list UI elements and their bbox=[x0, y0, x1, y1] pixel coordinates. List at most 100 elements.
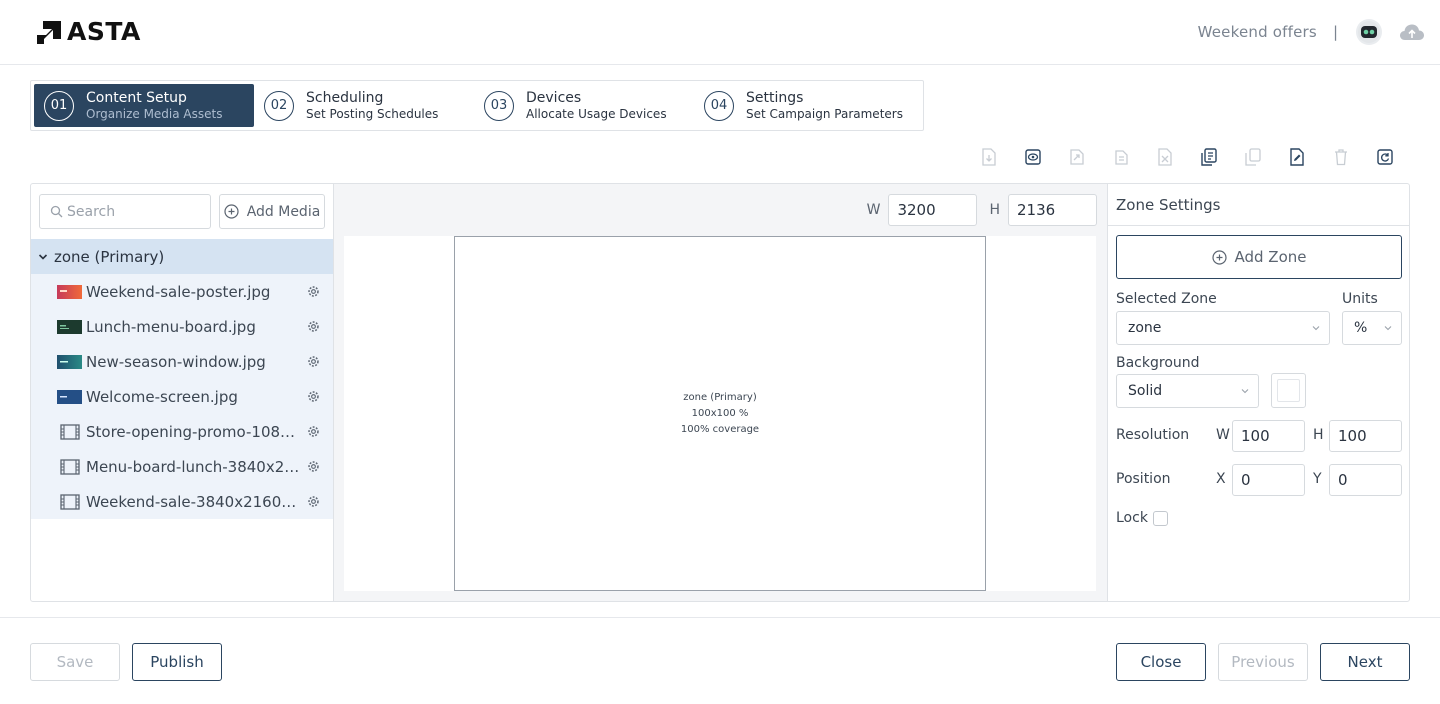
list-item[interactable]: New-season-window.jpg bbox=[31, 344, 333, 379]
image-thumbnail bbox=[57, 284, 82, 299]
selected-zone-value: zone bbox=[1128, 320, 1162, 336]
gear-icon[interactable] bbox=[307, 390, 320, 403]
list-item[interactable]: Weekend-sale-3840x2160.mp4 bbox=[31, 484, 333, 519]
gear-icon[interactable] bbox=[307, 355, 320, 368]
add-zone-button[interactable]: Add Zone bbox=[1116, 235, 1402, 279]
gear-icon[interactable] bbox=[307, 495, 320, 508]
app-header: ASTA Weekend offers | bbox=[0, 0, 1440, 65]
refresh-icon[interactable] bbox=[1372, 144, 1398, 170]
canvas-height-input[interactable] bbox=[1008, 194, 1097, 226]
step-settings[interactable]: 04 Settings Set Campaign Parameters bbox=[694, 84, 914, 127]
canvas-width-label: W bbox=[866, 202, 881, 218]
media-list: Weekend-sale-poster.jpg Lunch-menu-board… bbox=[31, 274, 333, 519]
header-separator: | bbox=[1332, 23, 1338, 41]
close-button[interactable]: Close bbox=[1116, 643, 1206, 681]
replace-icon[interactable] bbox=[1064, 144, 1090, 170]
cloud-sync-icon[interactable] bbox=[1398, 18, 1426, 46]
search-box[interactable] bbox=[39, 194, 211, 229]
color-swatch bbox=[1277, 379, 1300, 402]
canvas-width-input[interactable] bbox=[888, 194, 978, 226]
zone-coverage: 100% coverage bbox=[680, 423, 760, 435]
edit-file-icon[interactable] bbox=[1284, 144, 1310, 170]
resolution-height-input[interactable] bbox=[1329, 420, 1402, 452]
background-label: Background bbox=[1116, 355, 1200, 371]
add-media-button[interactable]: Add Media bbox=[219, 194, 325, 229]
list-item[interactable]: Lunch-menu-board.jpg bbox=[31, 309, 333, 344]
step-title: Devices bbox=[526, 89, 582, 106]
layout-canvas-panel: W H zone (Primary) 100x100 % 100% covera… bbox=[334, 184, 1107, 601]
chevron-down-icon[interactable] bbox=[38, 252, 48, 262]
image-thumbnail bbox=[57, 319, 82, 334]
brand-name: ASTA bbox=[67, 17, 141, 46]
position-x-label: X bbox=[1216, 471, 1226, 487]
list-item[interactable]: Store-opening-promo-1080x1920.mp4 bbox=[31, 414, 333, 449]
previous-button[interactable]: Previous bbox=[1218, 643, 1308, 681]
swap-icon[interactable] bbox=[1108, 144, 1134, 170]
resolution-width-input[interactable] bbox=[1232, 420, 1305, 452]
step-subtitle: Set Campaign Parameters bbox=[746, 106, 903, 121]
background-color-picker[interactable] bbox=[1271, 373, 1306, 408]
background-select[interactable]: Solid bbox=[1116, 374, 1259, 408]
step-title: Scheduling bbox=[306, 89, 384, 106]
tree-root-zone[interactable]: zone (Primary) bbox=[31, 239, 333, 274]
copy-files-icon[interactable] bbox=[1196, 144, 1222, 170]
media-panel: Add Media zone (Primary) Weekend-sale-po… bbox=[31, 184, 334, 601]
position-y-input[interactable] bbox=[1329, 464, 1402, 496]
editor-workspace: Add Media zone (Primary) Weekend-sale-po… bbox=[30, 183, 1410, 602]
canvas-height-label: H bbox=[989, 202, 1000, 218]
download-icon[interactable] bbox=[976, 144, 1002, 170]
position-x-input[interactable] bbox=[1232, 464, 1305, 496]
next-button[interactable]: Next bbox=[1320, 643, 1410, 681]
position-label: Position bbox=[1116, 471, 1171, 487]
canvas-area: zone (Primary) 100x100 % 100% coverage bbox=[344, 236, 1096, 591]
add-zone-label: Add Zone bbox=[1234, 248, 1307, 266]
canvas-dimensions: W H bbox=[867, 194, 1097, 226]
list-item[interactable]: Welcome-screen.jpg bbox=[31, 379, 333, 414]
media-name: Lunch-menu-board.jpg bbox=[86, 317, 256, 336]
asta-logo-icon bbox=[37, 20, 61, 44]
step-content-setup[interactable]: 01 Content Setup Organize Media Assets bbox=[34, 84, 254, 127]
position-y-label: Y bbox=[1313, 471, 1322, 487]
save-button[interactable]: Save bbox=[30, 643, 120, 681]
media-name: Welcome-screen.jpg bbox=[86, 387, 238, 406]
step-number: 01 bbox=[44, 90, 74, 121]
chevron-down-icon bbox=[1312, 326, 1320, 331]
gear-icon[interactable] bbox=[307, 425, 320, 438]
file-x-icon[interactable] bbox=[1152, 144, 1178, 170]
background-value: Solid bbox=[1128, 383, 1163, 399]
resolution-height-label: H bbox=[1313, 427, 1324, 443]
lock-label: Lock bbox=[1116, 510, 1148, 526]
gear-icon[interactable] bbox=[307, 285, 320, 298]
step-scheduling[interactable]: 02 Scheduling Set Posting Schedules bbox=[254, 84, 474, 127]
media-name: Weekend-sale-poster.jpg bbox=[86, 282, 271, 301]
units-select[interactable]: % bbox=[1342, 311, 1402, 345]
search-input[interactable] bbox=[67, 203, 197, 220]
duplicate-icon[interactable] bbox=[1240, 144, 1266, 170]
preview-icon[interactable] bbox=[1020, 144, 1046, 170]
step-title: Content Setup bbox=[86, 89, 187, 106]
avatar[interactable] bbox=[1356, 19, 1382, 45]
step-number: 04 bbox=[704, 90, 734, 121]
list-item[interactable]: Menu-board-lunch-3840x2160.mp4 bbox=[31, 449, 333, 484]
zone-primary[interactable]: zone (Primary) 100x100 % 100% coverage bbox=[454, 236, 986, 591]
selected-zone-select[interactable]: zone bbox=[1116, 311, 1330, 345]
lock-checkbox[interactable] bbox=[1153, 511, 1168, 526]
gear-icon[interactable] bbox=[307, 460, 320, 473]
image-thumbnail bbox=[57, 354, 82, 369]
media-name: Menu-board-lunch-3840x2160.mp4 bbox=[86, 457, 300, 476]
campaign-name: Weekend offers bbox=[1197, 23, 1317, 41]
plus-circle-icon bbox=[1211, 249, 1227, 265]
delete-icon[interactable] bbox=[1328, 144, 1354, 170]
media-toolbar bbox=[976, 144, 1398, 170]
brand-logo[interactable]: ASTA bbox=[37, 17, 141, 46]
step-subtitle: Set Posting Schedules bbox=[306, 106, 439, 121]
gear-icon[interactable] bbox=[307, 320, 320, 333]
step-subtitle: Allocate Usage Devices bbox=[526, 106, 667, 121]
list-item[interactable]: Weekend-sale-poster.jpg bbox=[31, 274, 333, 309]
video-file-icon bbox=[57, 493, 82, 511]
media-name: Store-opening-promo-1080x1920.mp4 bbox=[86, 422, 300, 441]
step-devices[interactable]: 03 Devices Allocate Usage Devices bbox=[474, 84, 694, 127]
step-subtitle: Organize Media Assets bbox=[86, 106, 223, 121]
footer-bar: Save Publish Close Previous Next bbox=[0, 617, 1440, 704]
publish-button[interactable]: Publish bbox=[132, 643, 222, 681]
